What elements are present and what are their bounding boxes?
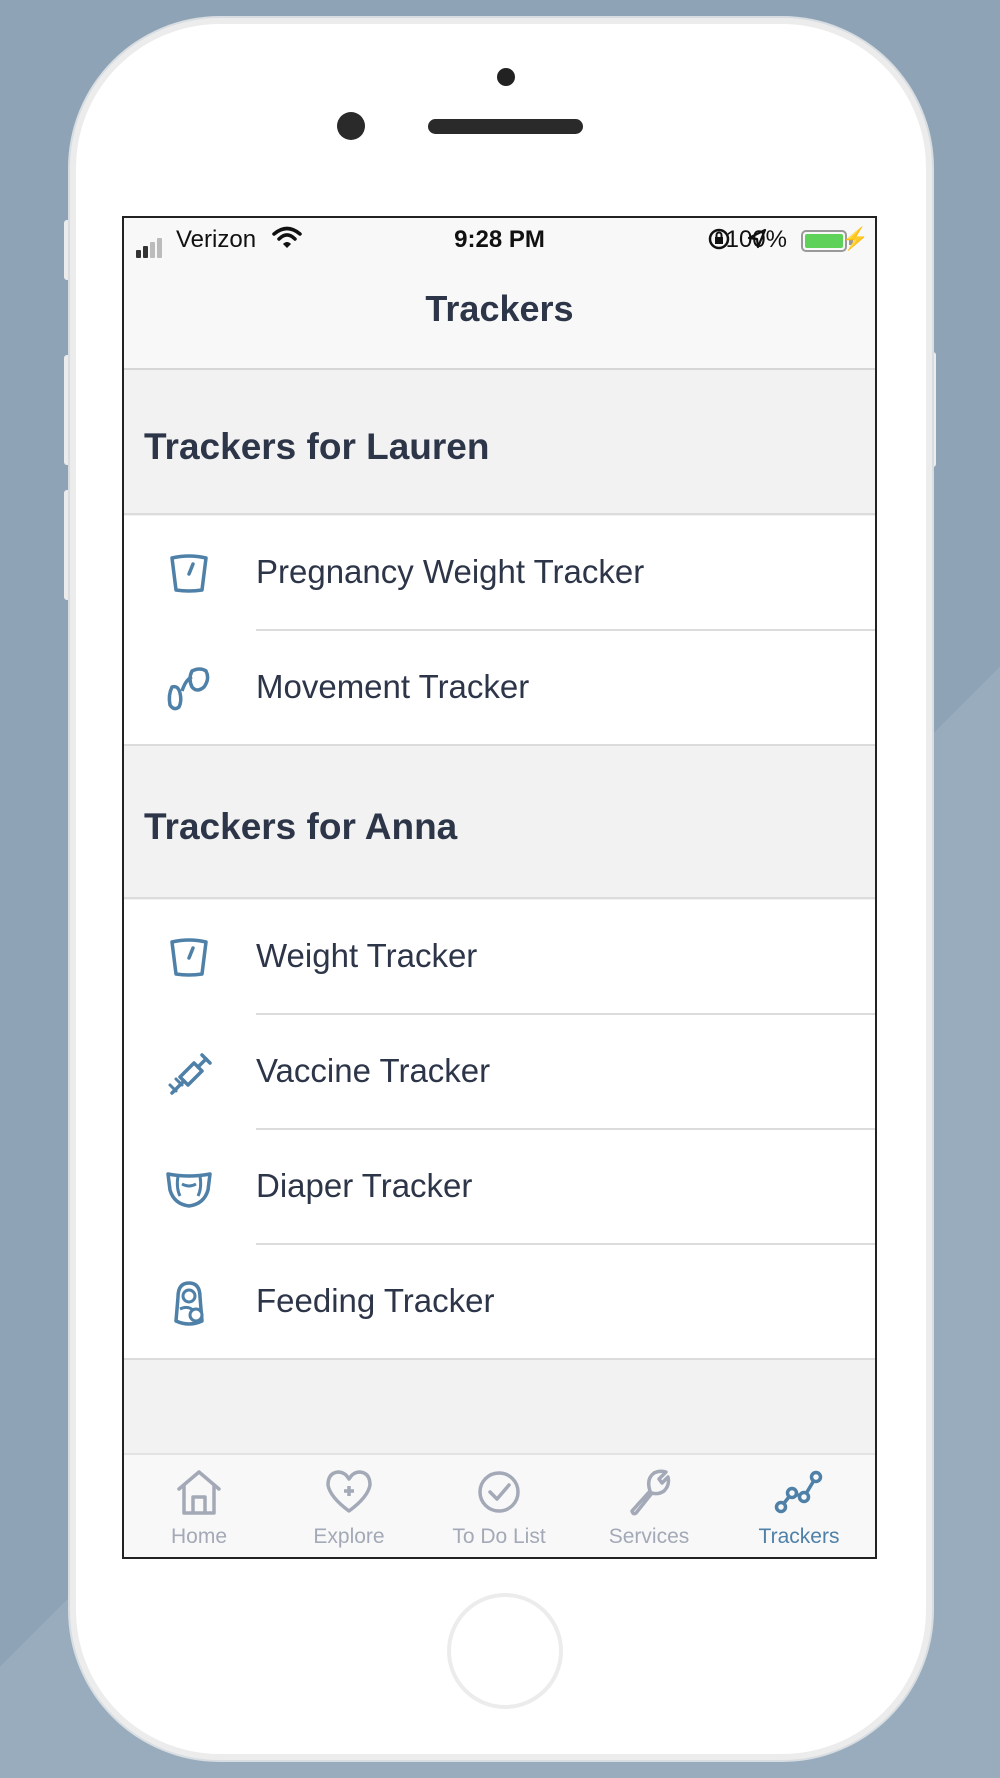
list-item-label: Movement Tracker <box>256 668 530 705</box>
list-item-label: Pregnancy Weight Tracker <box>256 553 645 590</box>
list-item-feeding-tracker[interactable]: Feeding Tracker <box>124 1245 875 1360</box>
list-item-pregnancy-weight-tracker[interactable]: Pregnancy Weight Tracker <box>124 516 875 631</box>
divider <box>124 1358 875 1360</box>
home-icon <box>177 1470 221 1515</box>
scale-icon <box>170 938 208 977</box>
section-header-lauren: Trackers for Lauren <box>124 372 875 515</box>
list-item-label: Diaper Tracker <box>256 1167 473 1204</box>
list-item-vaccine-tracker[interactable]: Vaccine Tracker <box>124 1015 875 1130</box>
status-bar: Verizon 9:28 PM 100% ⚡ <box>124 218 875 258</box>
diaper-icon <box>166 1172 212 1208</box>
list-item-label: Weight Tracker <box>256 937 478 974</box>
home-button[interactable] <box>447 1593 563 1709</box>
tab-label: Trackers <box>758 1525 840 1548</box>
list-item-weight-tracker[interactable]: Weight Tracker <box>124 900 875 1015</box>
list-item-label: Vaccine Tracker <box>256 1052 491 1089</box>
page-title: Trackers <box>425 288 574 329</box>
tab-label: Explore <box>313 1525 385 1548</box>
phone-bottom-edge <box>458 1754 548 1760</box>
check-circle-icon <box>478 1471 520 1513</box>
tab-explore[interactable]: Explore <box>274 1455 424 1557</box>
tab-services[interactable]: Services <box>574 1455 724 1557</box>
charging-bolt-icon: ⚡ <box>841 226 869 251</box>
list-item-label: Feeding Tracker <box>256 1282 495 1319</box>
earpiece-speaker <box>428 119 583 134</box>
battery-percentage: 100% <box>725 226 787 253</box>
tab-label: To Do List <box>452 1525 546 1548</box>
proximity-sensor <box>497 68 515 86</box>
heart-plus-icon <box>326 1470 372 1513</box>
tab-home[interactable]: Home <box>124 1455 274 1557</box>
list-item-diaper-tracker[interactable]: Diaper Tracker <box>124 1130 875 1245</box>
tab-to-do-list[interactable]: To Do List <box>424 1455 574 1557</box>
section-title: Trackers for Lauren <box>144 426 490 467</box>
baby-bottle-icon <box>174 1281 204 1326</box>
wrench-icon <box>630 1469 671 1516</box>
list-item-movement-tracker[interactable]: Movement Tracker <box>124 631 875 746</box>
tab-label: Home <box>170 1525 228 1548</box>
footprints-icon <box>167 667 210 711</box>
section-title: Trackers for Anna <box>144 806 458 847</box>
trackers-graph-icon <box>774 1470 823 1514</box>
tab-label: Services <box>608 1525 690 1548</box>
tab-trackers[interactable]: Trackers <box>724 1455 874 1557</box>
section-header-anna: Trackers for Anna <box>124 748 875 899</box>
front-camera <box>337 112 365 140</box>
divider <box>124 744 875 746</box>
battery-icon <box>801 230 847 252</box>
syringe-icon <box>168 1053 212 1095</box>
scale-icon <box>170 554 208 593</box>
tab-bar: Home Explore To Do List Services Tracker… <box>124 1453 875 1557</box>
app-screen: Verizon 9:28 PM 100% ⚡ Trackers Trackers… <box>122 216 877 1559</box>
navigation-bar: Trackers <box>124 258 875 370</box>
